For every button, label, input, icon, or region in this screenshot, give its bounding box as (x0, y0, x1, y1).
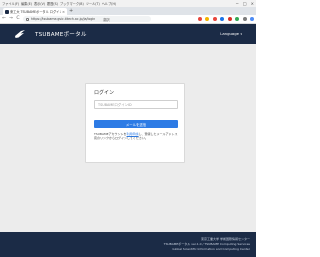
menu-file[interactable]: ファイル(F) (2, 1, 19, 6)
footer-version: TSUBAMEポータル ver.1.0 / TSUBAME Computing … (163, 242, 250, 246)
extension-icon[interactable] (235, 17, 239, 21)
tab-close-icon[interactable]: × (62, 10, 67, 14)
login-title: ログイン (94, 90, 115, 96)
extension-icon[interactable] (205, 17, 209, 21)
login-notice: TSUBAMEアカウントを利用申請し、登録したメールアドレス宛のリンクからログイ… (94, 132, 178, 140)
menu-help[interactable]: ヘルプ(H) (102, 1, 116, 6)
menu-edit[interactable]: 編集(E) (21, 1, 32, 6)
send-mail-button[interactable]: メールを送信 (94, 120, 178, 128)
extension-icons (197, 17, 254, 21)
favicon-icon (5, 9, 9, 14)
app-header: TSUBAMEポータル Language ▾ (0, 24, 256, 44)
language-label: Language (220, 31, 239, 36)
main-content: ログイン メールを送信 TSUBAMEアカウントを利用申請し、登録したメールアド… (0, 44, 256, 232)
extension-icon[interactable] (220, 17, 224, 21)
maximize-button[interactable]: □ (243, 1, 247, 6)
tsubame-logo-icon[interactable] (14, 29, 26, 39)
login-id-input[interactable] (94, 100, 178, 109)
menu-bookmarks[interactable]: ブックマーク(B) (60, 1, 84, 6)
new-tab-button[interactable]: + (69, 8, 73, 14)
window-controls: − □ × (236, 0, 255, 7)
tab-title: 東工大 TSUBAMEポータル ログイン (10, 10, 61, 14)
menu-history[interactable]: 履歴(S) (47, 1, 58, 6)
translate-label[interactable]: 翻訳 (103, 17, 109, 22)
address-bar-row: ← → C https://tsubame.gsic.titech.ac.jp/… (0, 15, 256, 24)
footer-org: 東京工業大学 学術国際情報センター (201, 237, 250, 241)
lock-icon (26, 17, 29, 21)
back-button[interactable]: ← (2, 16, 6, 22)
close-window-button[interactable]: × (251, 1, 254, 6)
extension-icon[interactable] (212, 17, 217, 21)
url-bar[interactable]: https://tsubame.gsic.titech.ac.jp/ja/log… (23, 16, 151, 22)
extension-icon[interactable] (250, 17, 254, 21)
extension-icon[interactable] (242, 17, 247, 21)
forward-button[interactable]: → (9, 16, 13, 22)
login-card: ログイン メールを送信 TSUBAMEアカウントを利用申請し、登録したメールアド… (85, 83, 185, 163)
language-dropdown[interactable]: Language ▾ (220, 31, 242, 36)
minimize-button[interactable]: − (236, 1, 239, 6)
menu-view[interactable]: 表示(V) (34, 1, 45, 6)
os-menubar: ファイル(F) 編集(E) 表示(V) 履歴(S) ブックマーク(B) ツール(… (0, 0, 256, 7)
tab-strip: 東工大 TSUBAMEポータル ログイン × + (0, 7, 256, 15)
reload-button[interactable]: C (16, 16, 20, 22)
extension-icon[interactable] (197, 17, 202, 21)
site-title[interactable]: TSUBAMEポータル (35, 30, 87, 38)
footer-center: Global Scientific Information and Comput… (172, 247, 250, 251)
page-footer: 東京工業大学 学術国際情報センター TSUBAMEポータル ver.1.0 / … (0, 232, 256, 257)
extension-icon[interactable] (227, 17, 232, 21)
chevron-down-icon: ▾ (240, 31, 242, 36)
url-text[interactable]: https://tsubame.gsic.titech.ac.jp/ja/log… (31, 17, 95, 21)
menu-tools[interactable]: ツール(T) (86, 1, 100, 6)
browser-tab[interactable]: 東工大 TSUBAMEポータル ログイン × (3, 8, 67, 15)
